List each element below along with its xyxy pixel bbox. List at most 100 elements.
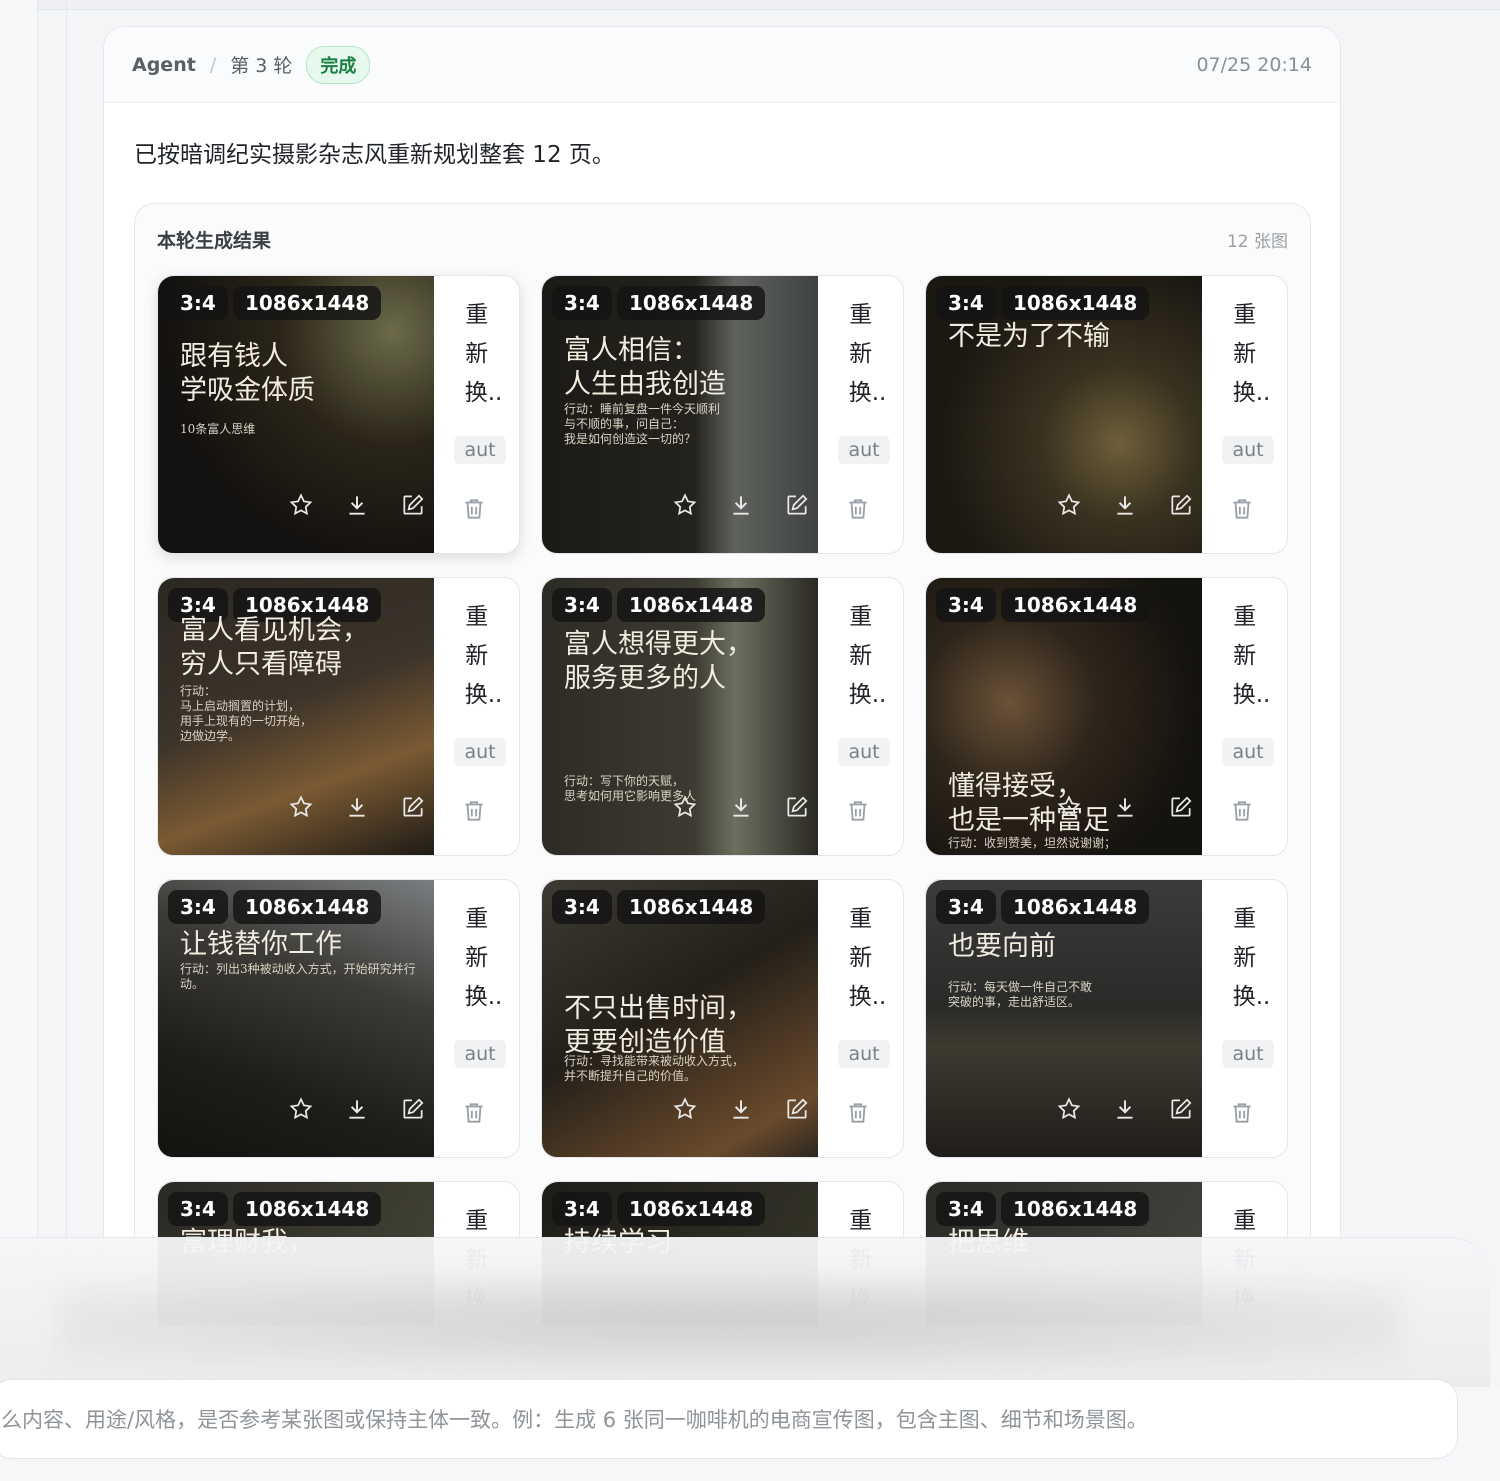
result-tile[interactable]: 3:4 1086x1448 懂得接受， 也是一种富足 行动：收到赞美，坦然说谢谢… xyxy=(925,577,1288,856)
mode-chip[interactable]: aut xyxy=(838,1040,890,1068)
status-badge: 完成 xyxy=(306,45,371,84)
tile-side-panel: 重新换.. aut xyxy=(434,880,519,1157)
generated-image[interactable]: 3:4 1086x1448 不是为了不输 xyxy=(926,276,1203,553)
card-header: Agent / 第 3 轮 完成 07/25 20:14 xyxy=(104,27,1340,103)
agent-name: Agent xyxy=(132,53,196,76)
generated-image[interactable]: 3:4 1086x1448 也要向前 行动：每天做一件自己不敢 突破的事，走出舒… xyxy=(926,880,1203,1157)
image-actions xyxy=(1056,794,1194,820)
tile-side-panel: 重新换.. aut xyxy=(1202,880,1287,1157)
mode-chip[interactable]: aut xyxy=(838,436,890,464)
download-icon[interactable] xyxy=(728,794,754,820)
result-tile[interactable]: 3:4 1086x1448 富人想得更大， 服务更多的人 行动：写下你的天赋， … xyxy=(541,577,904,856)
star-icon[interactable] xyxy=(1056,492,1082,518)
image-actions xyxy=(288,492,426,518)
star-icon[interactable] xyxy=(672,492,698,518)
trash-icon[interactable] xyxy=(1229,1100,1255,1126)
star-icon[interactable] xyxy=(288,1096,314,1122)
download-icon[interactable] xyxy=(1112,794,1138,820)
generated-image[interactable]: 3:4 1086x1448 让钱替你工作 行动：列出3种被动收入方式，开始研究并… xyxy=(158,880,435,1157)
download-icon[interactable] xyxy=(728,492,754,518)
download-icon[interactable] xyxy=(1112,1096,1138,1122)
generated-image[interactable]: 3:4 1086x1448 不只出售时间， 更要创造价值 行动：寻找能带来被动收… xyxy=(542,880,819,1157)
edit-icon[interactable] xyxy=(784,794,810,820)
trash-icon[interactable] xyxy=(461,496,487,522)
trash-icon[interactable] xyxy=(845,496,871,522)
download-icon[interactable] xyxy=(1112,492,1138,518)
prompt-input[interactable]: 么内容、用途/风格，是否参考某张图或保持主体一致。例：生成 6 张同一咖啡机的电… xyxy=(0,1379,1458,1459)
mode-chip[interactable]: aut xyxy=(838,738,890,766)
generated-image[interactable]: 3:4 1086x1448 富人看见机会， 穷人只看障碍 行动： 马上启动搁置的… xyxy=(158,578,435,855)
edit-icon[interactable] xyxy=(1168,492,1194,518)
star-icon[interactable] xyxy=(672,1096,698,1122)
tile-side-panel: 重新换.. aut xyxy=(1202,578,1287,855)
edit-icon[interactable] xyxy=(400,492,426,518)
generated-image[interactable]: 3:4 1086x1448 富人想得更大， 服务更多的人 行动：写下你的天赋， … xyxy=(542,578,819,855)
generated-image[interactable]: 3:4 1086x1448 懂得接受， 也是一种富足 行动：收到赞美，坦然说谢谢… xyxy=(926,578,1203,855)
result-tile[interactable]: 3:4 1086x1448 让钱替你工作 行动：列出3种被动收入方式，开始研究并… xyxy=(157,879,520,1158)
mode-chip[interactable]: aut xyxy=(454,436,506,464)
edit-icon[interactable] xyxy=(784,1096,810,1122)
composer-overlay xyxy=(0,1237,1490,1387)
trash-icon[interactable] xyxy=(461,1100,487,1126)
resolution-tag: 1086x1448 xyxy=(1001,588,1150,622)
resolution-tag: 1086x1448 xyxy=(617,890,766,924)
regenerate-button[interactable]: 重新换.. xyxy=(465,296,503,413)
regenerate-button[interactable]: 重新换.. xyxy=(1233,296,1271,413)
image-subtitle-text: 行动： 马上启动搁置的计划， 用手上现有的一切开始， 边做边学。 xyxy=(180,684,313,743)
regenerate-button[interactable]: 重新换.. xyxy=(849,598,887,715)
mode-chip[interactable]: aut xyxy=(1222,1040,1274,1068)
aspect-ratio-tag: 3:4 xyxy=(168,1192,228,1226)
resolution-tag: 1086x1448 xyxy=(617,286,766,320)
trash-icon[interactable] xyxy=(461,798,487,824)
edit-icon[interactable] xyxy=(400,1096,426,1122)
generated-image[interactable]: 3:4 1086x1448 跟有钱人 学吸金体质 10条富人思维 xyxy=(158,276,435,553)
result-tile[interactable]: 3:4 1086x1448 富人相信： 人生由我创造 行动：睡前复盘一件今天顺利… xyxy=(541,275,904,554)
results-title: 本轮生成结果 xyxy=(157,229,272,252)
tile-side-panel: 重新换.. aut xyxy=(818,880,903,1157)
image-title-text: 让钱替你工作 xyxy=(180,929,342,960)
aspect-ratio-tag: 3:4 xyxy=(552,890,612,924)
star-icon[interactable] xyxy=(1056,1096,1082,1122)
mode-chip[interactable]: aut xyxy=(1222,436,1274,464)
result-tile[interactable]: 3:4 1086x1448 也要向前 行动：每天做一件自己不敢 突破的事，走出舒… xyxy=(925,879,1288,1158)
regenerate-button[interactable]: 重新换.. xyxy=(1233,900,1271,1017)
regenerate-button[interactable]: 重新换.. xyxy=(849,296,887,413)
trash-icon[interactable] xyxy=(845,798,871,824)
result-tile[interactable]: 3:4 1086x1448 跟有钱人 学吸金体质 10条富人思维 重新换.. a… xyxy=(157,275,520,554)
edit-icon[interactable] xyxy=(400,794,426,820)
tile-side-panel: 重新换.. aut xyxy=(434,276,519,553)
download-icon[interactable] xyxy=(728,1096,754,1122)
regenerate-button[interactable]: 重新换.. xyxy=(465,598,503,715)
download-icon[interactable] xyxy=(344,492,370,518)
image-actions xyxy=(1056,492,1194,518)
image-title-text: 富人相信： 人生由我创造 xyxy=(564,335,726,400)
star-icon[interactable] xyxy=(288,794,314,820)
result-tile[interactable]: 3:4 1086x1448 不只出售时间， 更要创造价值 行动：寻找能带来被动收… xyxy=(541,879,904,1158)
mode-chip[interactable]: aut xyxy=(454,738,506,766)
star-icon[interactable] xyxy=(1056,794,1082,820)
mode-chip[interactable]: aut xyxy=(1222,738,1274,766)
generated-image[interactable]: 3:4 1086x1448 富人相信： 人生由我创造 行动：睡前复盘一件今天顺利… xyxy=(542,276,819,553)
trash-icon[interactable] xyxy=(845,1100,871,1126)
regenerate-button[interactable]: 重新换.. xyxy=(849,900,887,1017)
star-icon[interactable] xyxy=(672,794,698,820)
star-icon[interactable] xyxy=(288,492,314,518)
regenerate-button[interactable]: 重新换.. xyxy=(465,900,503,1017)
result-tile[interactable]: 3:4 1086x1448 富人看见机会， 穷人只看障碍 行动： 马上启动搁置的… xyxy=(157,577,520,856)
edit-icon[interactable] xyxy=(1168,1096,1194,1122)
trash-icon[interactable] xyxy=(1229,496,1255,522)
trash-icon[interactable] xyxy=(1229,798,1255,824)
image-actions xyxy=(288,1096,426,1122)
image-subtitle-text: 行动：寻找能带来被动收入方式， 并不断提升自己的价值。 xyxy=(564,1054,745,1083)
mode-chip[interactable]: aut xyxy=(454,1040,506,1068)
regenerate-button[interactable]: 重新换.. xyxy=(1233,598,1271,715)
download-icon[interactable] xyxy=(344,794,370,820)
edit-icon[interactable] xyxy=(1168,794,1194,820)
image-actions xyxy=(672,794,810,820)
tile-side-panel: 重新换.. aut xyxy=(818,578,903,855)
edit-icon[interactable] xyxy=(784,492,810,518)
resolution-tag: 1086x1448 xyxy=(617,588,766,622)
result-tile[interactable]: 3:4 1086x1448 不是为了不输 重新换.. aut xyxy=(925,275,1288,554)
image-subtitle-text: 行动：每天做一件自己不敢 突破的事，走出舒适区。 xyxy=(948,980,1093,1009)
download-icon[interactable] xyxy=(344,1096,370,1122)
